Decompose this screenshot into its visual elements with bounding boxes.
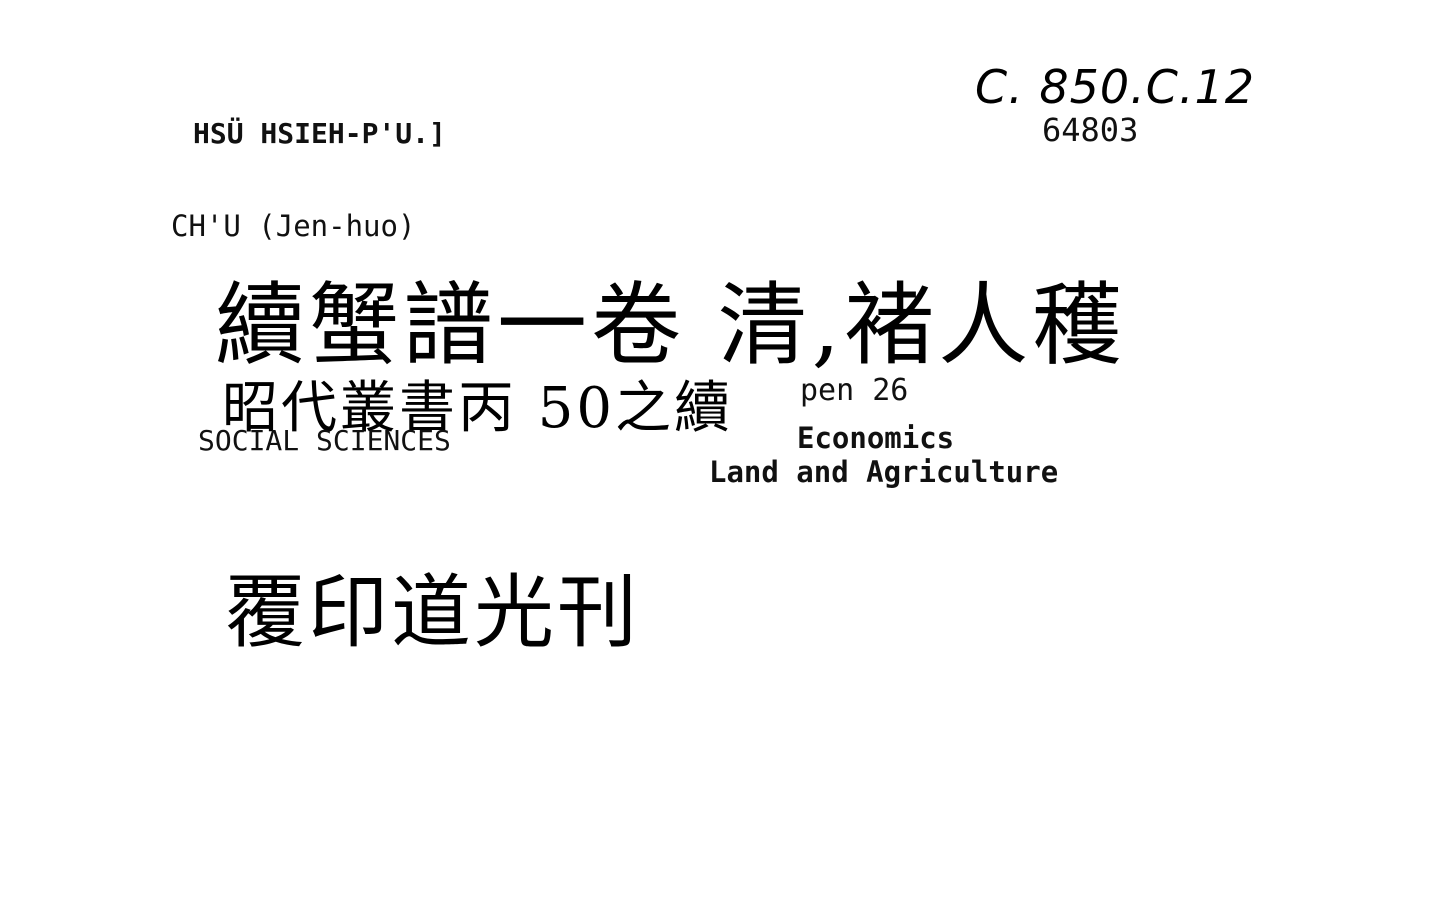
publisher-chinese: 覆印道光刊 <box>225 566 640 659</box>
call-number: C. 850.C.12 <box>975 60 1256 114</box>
heading-name: HSÜ HSIEH-P'U.] <box>193 117 446 150</box>
subject-sub2: Land and Agriculture <box>709 455 1059 489</box>
catalog-card: C. 850.C.12 64803 HSÜ HSIEH-P'U.] CH'U (… <box>0 0 1441 902</box>
author-line: CH'U (Jen-huo) <box>171 209 416 243</box>
subject-sub1: Economics <box>797 421 955 455</box>
subject-main: SOCIAL SCIENCES <box>198 424 451 457</box>
accession-number: 64803 <box>1042 111 1139 149</box>
collection-ref: pen 26 <box>800 373 909 408</box>
